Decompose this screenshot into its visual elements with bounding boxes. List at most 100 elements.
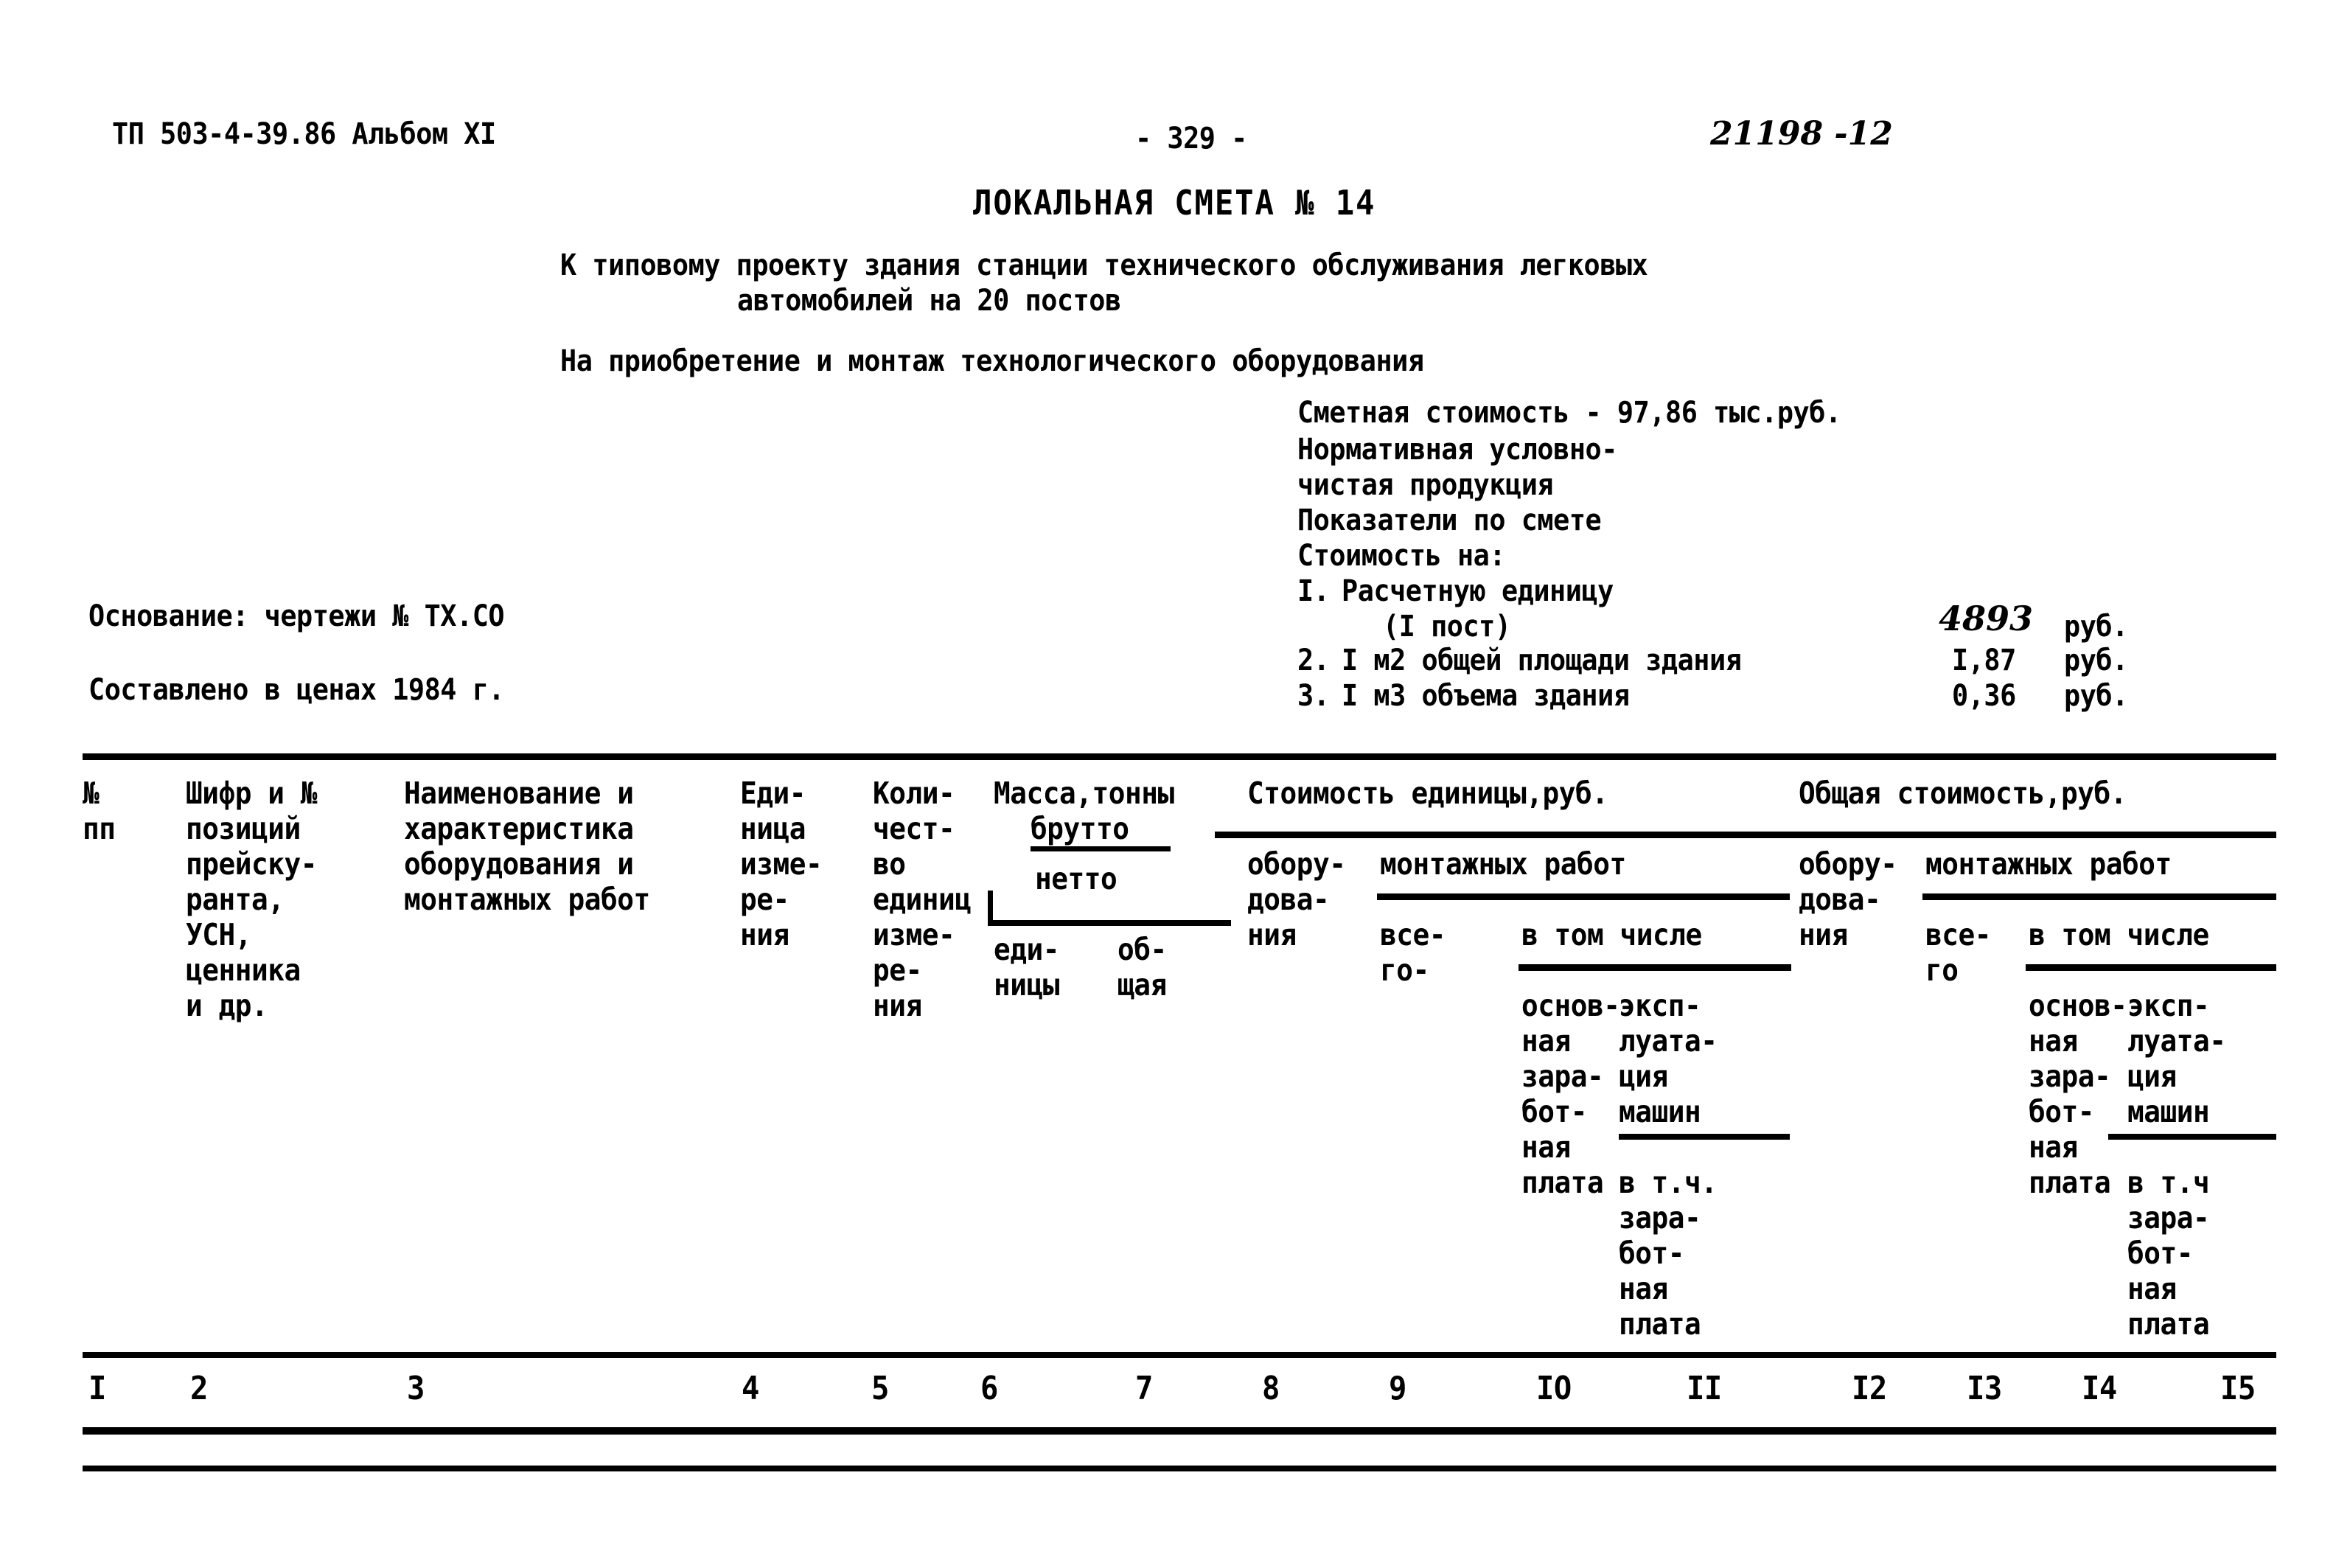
th-col15-line3: ция: [2127, 1059, 2177, 1094]
th-col15-line7: бот-: [2127, 1236, 2194, 1271]
th-col10-line6: плата: [1521, 1165, 1604, 1200]
npp-line-2: чистая продукция: [1297, 468, 1554, 502]
brutto-underline: [1031, 846, 1171, 851]
indicator-2-unit: руб.: [2064, 644, 2128, 677]
th-col15-line9: плата: [2127, 1306, 2210, 1342]
colnum-7: 7: [1135, 1370, 1153, 1407]
cost-for-label: Стоимость на:: [1297, 539, 1506, 573]
indicator-1-label: Расчетную единицу: [1342, 574, 1614, 608]
colnum-bottom-rule: [83, 1427, 2276, 1435]
th-col7-line2: щая: [1118, 967, 1167, 1003]
th-col14-line6: плата: [2029, 1165, 2111, 1200]
colnum-5: 5: [871, 1370, 889, 1407]
colnum-8: 8: [1262, 1370, 1280, 1407]
colnum-4: 4: [742, 1370, 759, 1407]
th-col2-line7: и др.: [186, 988, 268, 1023]
th-col6-line1: еди-: [994, 932, 1060, 967]
th-total-cost-group-title: Общая стоимость,руб.: [1799, 776, 2127, 811]
th-col2-line4: ранта,: [186, 882, 285, 917]
doc-code: ТП 503-4-39.86 Альбом XI: [112, 117, 496, 151]
cost-groups-rule: [1215, 832, 2276, 838]
th-col13-line1: все-: [1925, 917, 1992, 952]
th-col2-line5: УСН,: [186, 917, 252, 952]
indicator-3-value: 0,36: [1952, 679, 2016, 713]
th-col5-line7: ния: [873, 988, 922, 1023]
indicator-1-unit: руб.: [2064, 610, 2128, 644]
th-col11-line7: бот-: [1619, 1236, 1685, 1271]
th-mass-brutto: брутто: [1031, 811, 1129, 846]
colnum-6: 6: [980, 1370, 998, 1407]
colnum-top-rule: [83, 1352, 2276, 1358]
th-col11-line5: в т.ч.: [1619, 1165, 1718, 1200]
page-title: ЛОКАЛЬНАЯ СМЕТА № 14: [973, 183, 1376, 223]
subtitle-line-1: К типовому проекту здания станции технич…: [560, 248, 1648, 282]
indicator-1-no: I.: [1297, 574, 1330, 608]
th-col4-line3: изме-: [740, 846, 823, 882]
mass-subheader-tick: [988, 891, 993, 924]
th-col3-line4: монтажных работ: [404, 882, 650, 917]
th-col12-line3: ния: [1799, 917, 1848, 952]
th-col10-line1: основ-: [1521, 988, 1620, 1023]
th-col14-line1: основ-: [2029, 988, 2127, 1023]
colnum-12: I2: [1852, 1370, 1887, 1407]
th-col5-line3: во: [873, 846, 906, 882]
th-col5-line2: чест-: [873, 811, 955, 846]
th-col10-line4: бот-: [1521, 1094, 1588, 1129]
archive-stamp: 21198 -12: [1710, 115, 1893, 153]
colnum-1: I: [88, 1370, 106, 1407]
th-col4-line2: ница: [740, 811, 806, 846]
indicator-3-no: 3.: [1297, 679, 1330, 713]
th-col8-line2: дова-: [1247, 882, 1330, 917]
th-montage-left-title: монтажных работ: [1380, 846, 1626, 882]
estimate-cost: Сметная стоимость - 97,86 тыс.руб.: [1297, 396, 1841, 430]
th-col4-line4: ре-: [740, 882, 789, 917]
colnum-9: 9: [1389, 1370, 1406, 1407]
indicator-1-sub: (I пост): [1383, 610, 1511, 644]
th-col7-line1: об-: [1118, 932, 1167, 967]
montage-right-rule: [1922, 893, 2276, 900]
colnum-10: IO: [1536, 1370, 1572, 1407]
th-col1-line1: №: [83, 776, 100, 811]
th-col4-line5: ния: [740, 917, 789, 952]
th-col6-line2: ницы: [994, 967, 1060, 1003]
th-col15-line5: в т.ч: [2127, 1165, 2210, 1200]
incl-left-rule: [1519, 964, 1791, 971]
th-col1-line2: пп: [83, 811, 116, 846]
document-page: ТП 503-4-39.86 Альбом XI - 329 - 21198 -…: [0, 0, 2350, 1568]
th-col14-line3: зара-: [2029, 1059, 2111, 1094]
indicator-1-value: 4893: [1939, 599, 2034, 638]
th-col8-line1: обору-: [1247, 846, 1346, 882]
th-col10-line3: зара-: [1521, 1059, 1604, 1094]
table-top-border: [83, 753, 2276, 760]
subtitle-line-2: автомобилей на 20 постов: [737, 284, 1121, 318]
th-col5-line4: единиц: [873, 882, 972, 917]
th-col5-line6: ре-: [873, 952, 922, 988]
th-col3-line1: Наименование и: [404, 776, 634, 811]
th-unit-cost-group-title: Стоимость единицы,руб.: [1247, 776, 1608, 811]
indicator-2-value: I,87: [1952, 644, 2016, 677]
page-number: - 329 -: [1135, 122, 1247, 156]
th-col10-line2: ная: [1521, 1023, 1571, 1059]
purpose-line: На приобретение и монтаж технологическог…: [560, 344, 1424, 378]
th-col15-line8: ная: [2127, 1271, 2177, 1306]
indicator-3-unit: руб.: [2064, 679, 2128, 713]
th-col5-line1: Коли-: [873, 776, 955, 811]
colnum-2: 2: [190, 1370, 208, 1407]
th-col4-line1: Еди-: [740, 776, 806, 811]
th-montage-left-incl: в том числе: [1521, 917, 1702, 952]
colnum-15: I5: [2220, 1370, 2256, 1407]
th-col3-line3: оборудования и: [404, 846, 634, 882]
th-col2-line6: ценника: [186, 952, 301, 988]
colnum-14: I4: [2082, 1370, 2117, 1407]
th-mass-netto: нетто: [1035, 861, 1118, 896]
npp-line-1: Нормативная условно-: [1297, 433, 1617, 467]
th-col10-line5: ная: [1521, 1129, 1571, 1165]
montage-left-rule: [1377, 893, 1790, 900]
th-col12-line1: обору-: [1799, 846, 1897, 882]
table-bottom-border: [83, 1466, 2276, 1471]
th-col11-line2: луата-: [1619, 1023, 1718, 1059]
colnum-13: I3: [1967, 1370, 2002, 1407]
th-col5-line5: изме-: [873, 917, 955, 952]
incl-right-rule: [2026, 964, 2276, 971]
th-col2-line3: прейску-: [186, 846, 318, 882]
